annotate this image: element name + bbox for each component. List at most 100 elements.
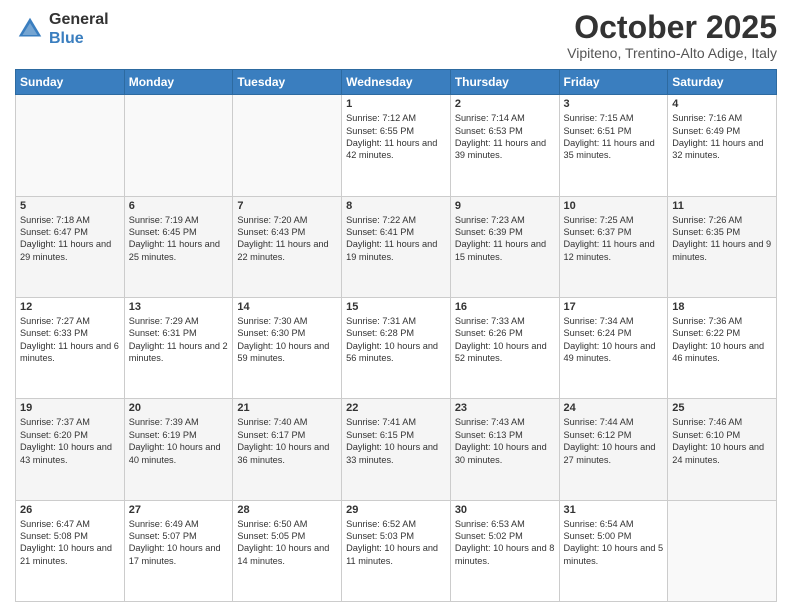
col-sunday: Sunday <box>16 70 125 95</box>
table-row: 8 Sunrise: 7:22 AMSunset: 6:41 PMDaylight… <box>342 196 451 297</box>
day-number: 29 <box>346 504 446 516</box>
day-number: 21 <box>237 402 337 414</box>
table-row: 13 Sunrise: 7:29 AMSunset: 6:31 PMDayligh… <box>124 297 233 398</box>
day-info: Sunrise: 7:14 AMSunset: 6:53 PMDaylight:… <box>455 112 555 162</box>
day-info: Sunrise: 7:40 AMSunset: 6:17 PMDaylight:… <box>237 416 337 466</box>
day-number: 6 <box>129 200 229 212</box>
table-row <box>668 500 777 601</box>
day-number: 13 <box>129 301 229 313</box>
day-number: 19 <box>20 402 120 414</box>
calendar-week-row: 19 Sunrise: 7:37 AMSunset: 6:20 PMDayligh… <box>16 399 777 500</box>
day-number: 5 <box>20 200 120 212</box>
day-info: Sunrise: 7:37 AMSunset: 6:20 PMDaylight:… <box>20 416 120 466</box>
day-number: 22 <box>346 402 446 414</box>
day-number: 23 <box>455 402 555 414</box>
day-number: 15 <box>346 301 446 313</box>
month-title: October 2025 <box>567 10 777 45</box>
col-thursday: Thursday <box>450 70 559 95</box>
day-info: Sunrise: 7:16 AMSunset: 6:49 PMDaylight:… <box>672 112 772 162</box>
day-info: Sunrise: 7:36 AMSunset: 6:22 PMDaylight:… <box>672 315 772 365</box>
table-row: 16 Sunrise: 7:33 AMSunset: 6:26 PMDayligh… <box>450 297 559 398</box>
table-row: 17 Sunrise: 7:34 AMSunset: 6:24 PMDayligh… <box>559 297 668 398</box>
table-row: 9 Sunrise: 7:23 AMSunset: 6:39 PMDaylight… <box>450 196 559 297</box>
day-info: Sunrise: 7:25 AMSunset: 6:37 PMDaylight:… <box>564 214 664 264</box>
logo-general: General <box>49 11 109 28</box>
day-number: 25 <box>672 402 772 414</box>
day-info: Sunrise: 7:26 AMSunset: 6:35 PMDaylight:… <box>672 214 772 264</box>
table-row: 4 Sunrise: 7:16 AMSunset: 6:49 PMDaylight… <box>668 95 777 196</box>
day-info: Sunrise: 7:34 AMSunset: 6:24 PMDaylight:… <box>564 315 664 365</box>
day-number: 27 <box>129 504 229 516</box>
day-number: 12 <box>20 301 120 313</box>
day-info: Sunrise: 6:47 AMSunset: 5:08 PMDaylight:… <box>20 518 120 568</box>
day-number: 20 <box>129 402 229 414</box>
day-info: Sunrise: 6:49 AMSunset: 5:07 PMDaylight:… <box>129 518 229 568</box>
day-number: 4 <box>672 98 772 110</box>
table-row: 31 Sunrise: 6:54 AMSunset: 5:00 PMDayligh… <box>559 500 668 601</box>
table-row: 29Sunrise: 6:52 AMSunset: 5:03 PMDayligh… <box>342 500 451 601</box>
day-info: Sunrise: 7:23 AMSunset: 6:39 PMDaylight:… <box>455 214 555 264</box>
day-number: 16 <box>455 301 555 313</box>
calendar-week-row: 12 Sunrise: 7:27 AMSunset: 6:33 PMDayligh… <box>16 297 777 398</box>
table-row <box>124 95 233 196</box>
day-info: Sunrise: 7:27 AMSunset: 6:33 PMDaylight:… <box>20 315 120 365</box>
table-row: 23 Sunrise: 7:43 AMSunset: 6:13 PMDayligh… <box>450 399 559 500</box>
day-number: 30 <box>455 504 555 516</box>
table-row: 11 Sunrise: 7:26 AMSunset: 6:35 PMDayligh… <box>668 196 777 297</box>
title-block: October 2025 Vipiteno, Trentino-Alto Adi… <box>567 10 777 61</box>
table-row: 30 Sunrise: 6:53 AMSunset: 5:02 PMDayligh… <box>450 500 559 601</box>
day-number: 18 <box>672 301 772 313</box>
table-row: 21 Sunrise: 7:40 AMSunset: 6:17 PMDayligh… <box>233 399 342 500</box>
day-info: Sunrise: 7:18 AMSunset: 6:47 PMDaylight:… <box>20 214 120 264</box>
table-row: 1 Sunrise: 7:12 AMSunset: 6:55 PMDaylight… <box>342 95 451 196</box>
table-row: 26 Sunrise: 6:47 AMSunset: 5:08 PMDayligh… <box>16 500 125 601</box>
col-tuesday: Tuesday <box>233 70 342 95</box>
table-row: 24Sunrise: 7:44 AMSunset: 6:12 PMDayligh… <box>559 399 668 500</box>
day-info: Sunrise: 7:12 AMSunset: 6:55 PMDaylight:… <box>346 112 446 162</box>
day-number: 14 <box>237 301 337 313</box>
day-info: Sunrise: 7:33 AMSunset: 6:26 PMDaylight:… <box>455 315 555 365</box>
day-info: Sunrise: 7:43 AMSunset: 6:13 PMDaylight:… <box>455 416 555 466</box>
table-row <box>16 95 125 196</box>
day-info: Sunrise: 6:53 AMSunset: 5:02 PMDaylight:… <box>455 518 555 568</box>
table-row: 15Sunrise: 7:31 AMSunset: 6:28 PMDayligh… <box>342 297 451 398</box>
day-number: 17 <box>564 301 664 313</box>
logo-icon <box>15 14 45 44</box>
day-info: Sunrise: 7:41 AMSunset: 6:15 PMDaylight:… <box>346 416 446 466</box>
day-info: Sunrise: 6:50 AMSunset: 5:05 PMDaylight:… <box>237 518 337 568</box>
day-info: Sunrise: 7:22 AMSunset: 6:41 PMDaylight:… <box>346 214 446 264</box>
day-number: 8 <box>346 200 446 212</box>
day-number: 11 <box>672 200 772 212</box>
table-row: 22 Sunrise: 7:41 AMSunset: 6:15 PMDayligh… <box>342 399 451 500</box>
day-number: 10 <box>564 200 664 212</box>
table-row: 6 Sunrise: 7:19 AMSunset: 6:45 PMDaylight… <box>124 196 233 297</box>
day-number: 2 <box>455 98 555 110</box>
col-saturday: Saturday <box>668 70 777 95</box>
logo-text: General Blue <box>49 10 109 48</box>
day-number: 9 <box>455 200 555 212</box>
day-number: 26 <box>20 504 120 516</box>
day-info: Sunrise: 7:29 AMSunset: 6:31 PMDaylight:… <box>129 315 229 365</box>
day-info: Sunrise: 7:39 AMSunset: 6:19 PMDaylight:… <box>129 416 229 466</box>
table-row: 28Sunrise: 6:50 AMSunset: 5:05 PMDayligh… <box>233 500 342 601</box>
table-row: 3Sunrise: 7:15 AMSunset: 6:51 PMDaylight… <box>559 95 668 196</box>
calendar-week-row: 5 Sunrise: 7:18 AMSunset: 6:47 PMDaylight… <box>16 196 777 297</box>
table-row: 12 Sunrise: 7:27 AMSunset: 6:33 PMDayligh… <box>16 297 125 398</box>
col-monday: Monday <box>124 70 233 95</box>
table-row: 20 Sunrise: 7:39 AMSunset: 6:19 PMDayligh… <box>124 399 233 500</box>
day-info: Sunrise: 7:19 AMSunset: 6:45 PMDaylight:… <box>129 214 229 264</box>
calendar-table: Sunday Monday Tuesday Wednesday Thursday… <box>15 69 777 602</box>
day-info: Sunrise: 6:54 AMSunset: 5:00 PMDaylight:… <box>564 518 664 568</box>
calendar-header-row: Sunday Monday Tuesday Wednesday Thursday… <box>16 70 777 95</box>
table-row: 5 Sunrise: 7:18 AMSunset: 6:47 PMDaylight… <box>16 196 125 297</box>
logo-blue: Blue <box>49 30 84 47</box>
day-info: Sunrise: 7:20 AMSunset: 6:43 PMDaylight:… <box>237 214 337 264</box>
col-friday: Friday <box>559 70 668 95</box>
day-number: 7 <box>237 200 337 212</box>
table-row: 2 Sunrise: 7:14 AMSunset: 6:53 PMDaylight… <box>450 95 559 196</box>
day-number: 31 <box>564 504 664 516</box>
day-info: Sunrise: 7:44 AMSunset: 6:12 PMDaylight:… <box>564 416 664 466</box>
day-number: 1 <box>346 98 446 110</box>
calendar-week-row: 1 Sunrise: 7:12 AMSunset: 6:55 PMDaylight… <box>16 95 777 196</box>
table-row: 19 Sunrise: 7:37 AMSunset: 6:20 PMDayligh… <box>16 399 125 500</box>
